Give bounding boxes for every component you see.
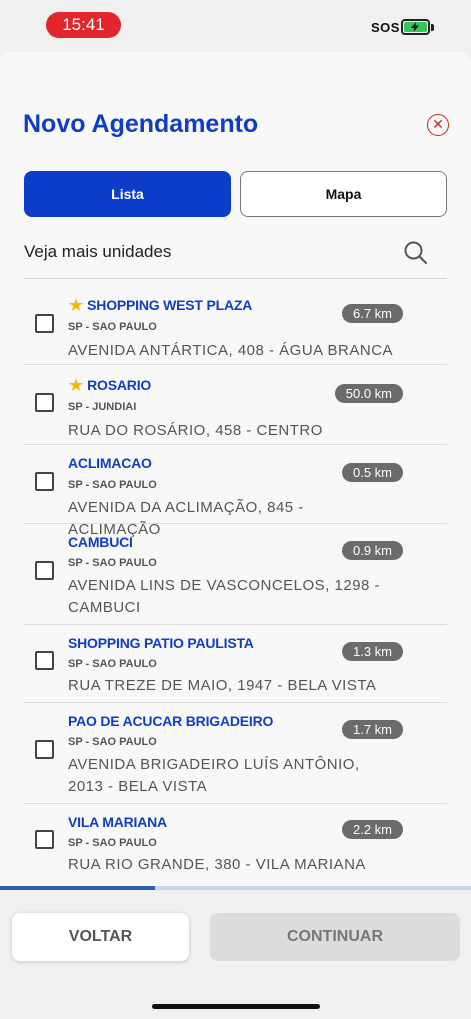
unit-name: PAO DE ACUCAR BRIGADEIRO (68, 713, 274, 729)
unit-address: AVENIDA BRIGADEIRO LUÍS ANTÔNIO, 2013 - … (68, 756, 360, 795)
schedule-sheet: Novo Agendamento ✕ Lista Mapa Veja mais … (0, 52, 471, 1019)
distance-badge: 6.7 km (341, 304, 403, 323)
home-indicator[interactable] (152, 1004, 320, 1009)
search-icon[interactable] (403, 240, 429, 271)
unit-city: SP - SAO PAULO (68, 837, 157, 849)
distance-badge: 1.7 km (341, 720, 403, 739)
list-item[interactable]: PAO DE ACUCAR BRIGADEIRO SP - SAO PAULO … (24, 703, 447, 804)
unit-city: SP - JUNDIAI (68, 401, 137, 413)
list-item[interactable]: VILA MARIANA SP - SAO PAULO RUA RIO GRAN… (24, 804, 447, 884)
close-icon[interactable]: ✕ (427, 114, 449, 136)
star-icon: ★ (68, 295, 85, 315)
unit-name: SHOPPING PATIO PAULISTA (68, 635, 254, 651)
unit-city: SP - SAO PAULO (68, 736, 157, 748)
back-button[interactable]: VOLTAR (12, 913, 189, 961)
unit-city: SP - SAO PAULO (68, 321, 157, 333)
unit-address: RUA RIO GRANDE, 380 - VILA MARIANA (68, 856, 366, 873)
tab-mapa[interactable]: Mapa (240, 171, 447, 217)
unit-city: SP - SAO PAULO (68, 557, 157, 569)
status-bar: 15:41 SOS (0, 0, 471, 50)
unit-checkbox[interactable] (35, 314, 54, 333)
unit-name: ACLIMACAO (68, 455, 152, 471)
unit-name: CAMBUCI (68, 534, 133, 550)
distance-badge: 2.2 km (341, 820, 403, 839)
units-list: ★ SHOPPING WEST PLAZA SP - SAO PAULO AVE… (24, 284, 447, 884)
distance-badge: 1.3 km (341, 642, 403, 661)
status-time: 15:41 (46, 12, 121, 38)
distance-badge: 50.0 km (334, 384, 403, 403)
unit-checkbox[interactable] (35, 740, 54, 759)
tab-lista[interactable]: Lista (24, 171, 231, 217)
unit-city: SP - SAO PAULO (68, 658, 157, 670)
unit-address: AVENIDA LINS DE VASCONCELOS, 1298 - CAMB… (68, 577, 381, 616)
unit-address: RUA DO ROSÁRIO, 458 - CENTRO (68, 422, 323, 439)
unit-checkbox[interactable] (35, 393, 54, 412)
sos-indicator: SOS (371, 20, 400, 35)
list-item[interactable]: ★ ROSARIO SP - JUNDIAI RUA DO ROSÁRIO, 4… (24, 365, 447, 445)
unit-checkbox[interactable] (35, 472, 54, 491)
list-item[interactable]: SHOPPING PATIO PAULISTA SP - SAO PAULO R… (24, 625, 447, 703)
unit-checkbox[interactable] (35, 830, 54, 849)
unit-address: AVENIDA ANTÁRTICA, 408 - ÁGUA BRANCA (68, 342, 394, 359)
list-item[interactable]: ACLIMACAO SP - SAO PAULO AVENIDA DA ACLI… (24, 445, 447, 538)
battery-charging-icon (401, 19, 430, 35)
battery-tip (431, 24, 434, 31)
list-item[interactable]: CAMBUCI SP - SAO PAULO AVENIDA LINS DE V… (24, 524, 447, 625)
distance-badge: 0.5 km (341, 463, 403, 482)
list-item[interactable]: ★ SHOPPING WEST PLAZA SP - SAO PAULO AVE… (24, 284, 447, 365)
star-icon: ★ (68, 375, 85, 395)
unit-name: VILA MARIANA (68, 814, 167, 830)
continue-button[interactable]: CONTINUAR (210, 913, 460, 961)
distance-badge: 0.9 km (341, 541, 403, 560)
unit-name: SHOPPING WEST PLAZA (87, 297, 253, 313)
unit-address: RUA TREZE DE MAIO, 1947 - BELA VISTA (68, 677, 377, 694)
search-divider (24, 278, 447, 279)
unit-name: ROSARIO (87, 377, 152, 393)
unit-city: SP - SAO PAULO (68, 479, 157, 491)
unit-checkbox[interactable] (35, 651, 54, 670)
page-title: Novo Agendamento (23, 110, 259, 138)
search-label[interactable]: Veja mais unidades (24, 242, 171, 262)
unit-checkbox[interactable] (35, 561, 54, 580)
